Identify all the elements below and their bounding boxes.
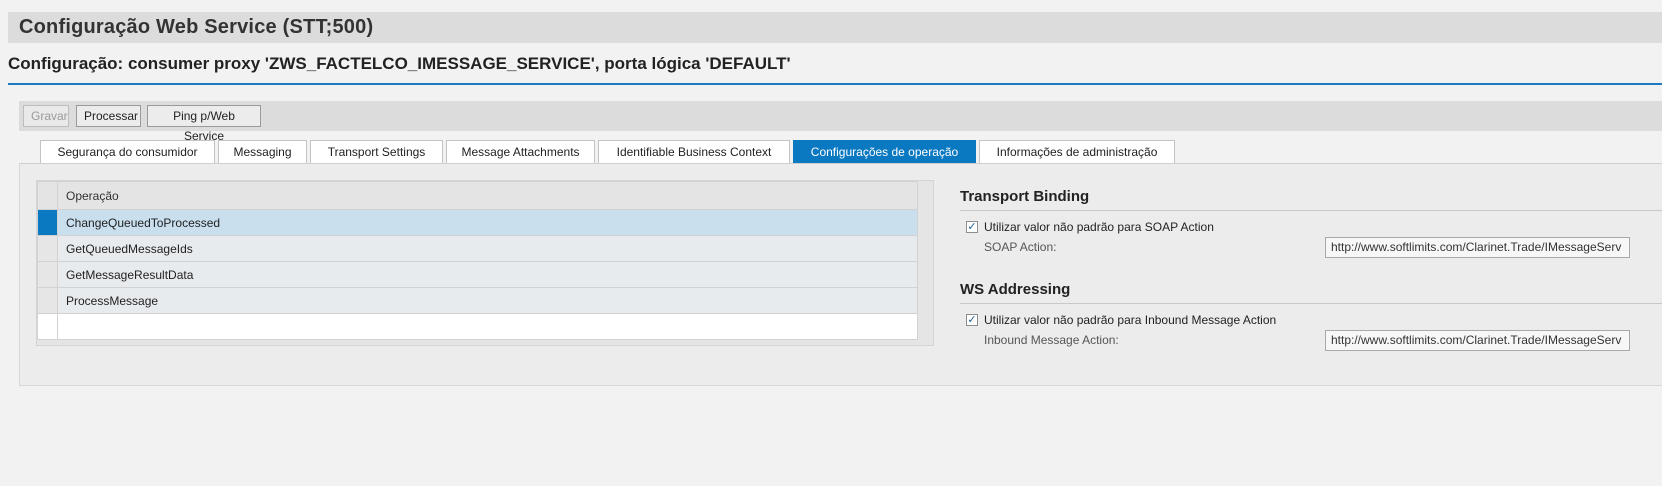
tab-messaging[interactable]: Messaging bbox=[218, 140, 307, 163]
operation-name[interactable]: GetMessageResultData bbox=[57, 261, 918, 288]
table-row[interactable]: ChangeQueuedToProcessed bbox=[37, 209, 918, 236]
empty-table-row bbox=[37, 313, 918, 340]
inbound-message-action-checkbox-label[interactable]: Utilizar valor não padrão para Inbound M… bbox=[984, 313, 1276, 327]
operations-table: Operação ChangeQueuedToProcessed GetQueu… bbox=[37, 181, 918, 340]
row-selector[interactable] bbox=[37, 209, 58, 236]
checkmark-icon: ✓ bbox=[967, 314, 977, 326]
window-title: Configuração Web Service (STT;500) bbox=[19, 16, 374, 38]
table-row[interactable]: ProcessMessage bbox=[37, 287, 918, 314]
operation-name[interactable]: ChangeQueuedToProcessed bbox=[57, 209, 918, 236]
row-selector bbox=[37, 313, 58, 340]
save-button[interactable]: Gravar bbox=[23, 105, 69, 127]
page-title: Configuração: consumer proxy 'ZWS_FACTEL… bbox=[8, 54, 791, 73]
inbound-message-action-checkbox[interactable]: ✓ bbox=[966, 314, 978, 326]
transport-binding-divider bbox=[960, 210, 1662, 211]
process-button[interactable]: Processar bbox=[76, 105, 141, 127]
select-all-cell[interactable] bbox=[37, 181, 58, 210]
soap-action-input[interactable]: http://www.softlimits.com/Clarinet.Trade… bbox=[1325, 237, 1630, 258]
column-header-operacao[interactable]: Operação bbox=[57, 181, 918, 210]
transport-binding-title: Transport Binding bbox=[960, 188, 1090, 205]
soap-action-checkbox-label[interactable]: Utilizar valor não padrão para SOAP Acti… bbox=[984, 220, 1214, 234]
operation-name[interactable]: GetQueuedMessageIds bbox=[57, 235, 918, 262]
tab-informacoes-de-administracao[interactable]: Informações de administração bbox=[979, 140, 1175, 163]
toolbar: Gravar Processar Ping p/Web Service bbox=[19, 101, 1662, 143]
inbound-message-action-input[interactable]: http://www.softlimits.com/Clarinet.Trade… bbox=[1325, 330, 1630, 351]
tab-identifiable-business-context[interactable]: Identifiable Business Context bbox=[598, 140, 790, 163]
ping-web-service-button[interactable]: Ping p/Web Service bbox=[147, 105, 261, 143]
ws-addressing-title: WS Addressing bbox=[960, 281, 1071, 298]
tab-seguranca-do-consumidor[interactable]: Segurança do consumidor bbox=[40, 140, 215, 163]
table-row[interactable]: GetMessageResultData bbox=[37, 261, 918, 288]
table-row[interactable]: GetQueuedMessageIds bbox=[37, 235, 918, 262]
empty-cell bbox=[57, 313, 918, 340]
row-selector[interactable] bbox=[37, 261, 58, 288]
ws-addressing-divider bbox=[960, 303, 1662, 304]
inbound-message-action-label: Inbound Message Action: bbox=[984, 333, 1119, 347]
title-divider bbox=[8, 83, 1662, 85]
operations-table-container: Operação ChangeQueuedToProcessed GetQueu… bbox=[36, 180, 934, 346]
tab-configuracoes-de-operacao[interactable]: Configurações de operação bbox=[793, 140, 976, 163]
window-title-bar: Configuração Web Service (STT;500) bbox=[8, 12, 1662, 43]
operation-name[interactable]: ProcessMessage bbox=[57, 287, 918, 314]
row-selector[interactable] bbox=[37, 287, 58, 314]
tab-message-attachments[interactable]: Message Attachments bbox=[446, 140, 595, 163]
checkmark-icon: ✓ bbox=[967, 221, 977, 233]
soap-action-checkbox[interactable]: ✓ bbox=[966, 221, 978, 233]
table-header-row: Operação bbox=[37, 181, 918, 210]
row-selector[interactable] bbox=[37, 235, 58, 262]
soap-action-label: SOAP Action: bbox=[984, 240, 1057, 254]
tab-transport-settings[interactable]: Transport Settings bbox=[310, 140, 443, 163]
